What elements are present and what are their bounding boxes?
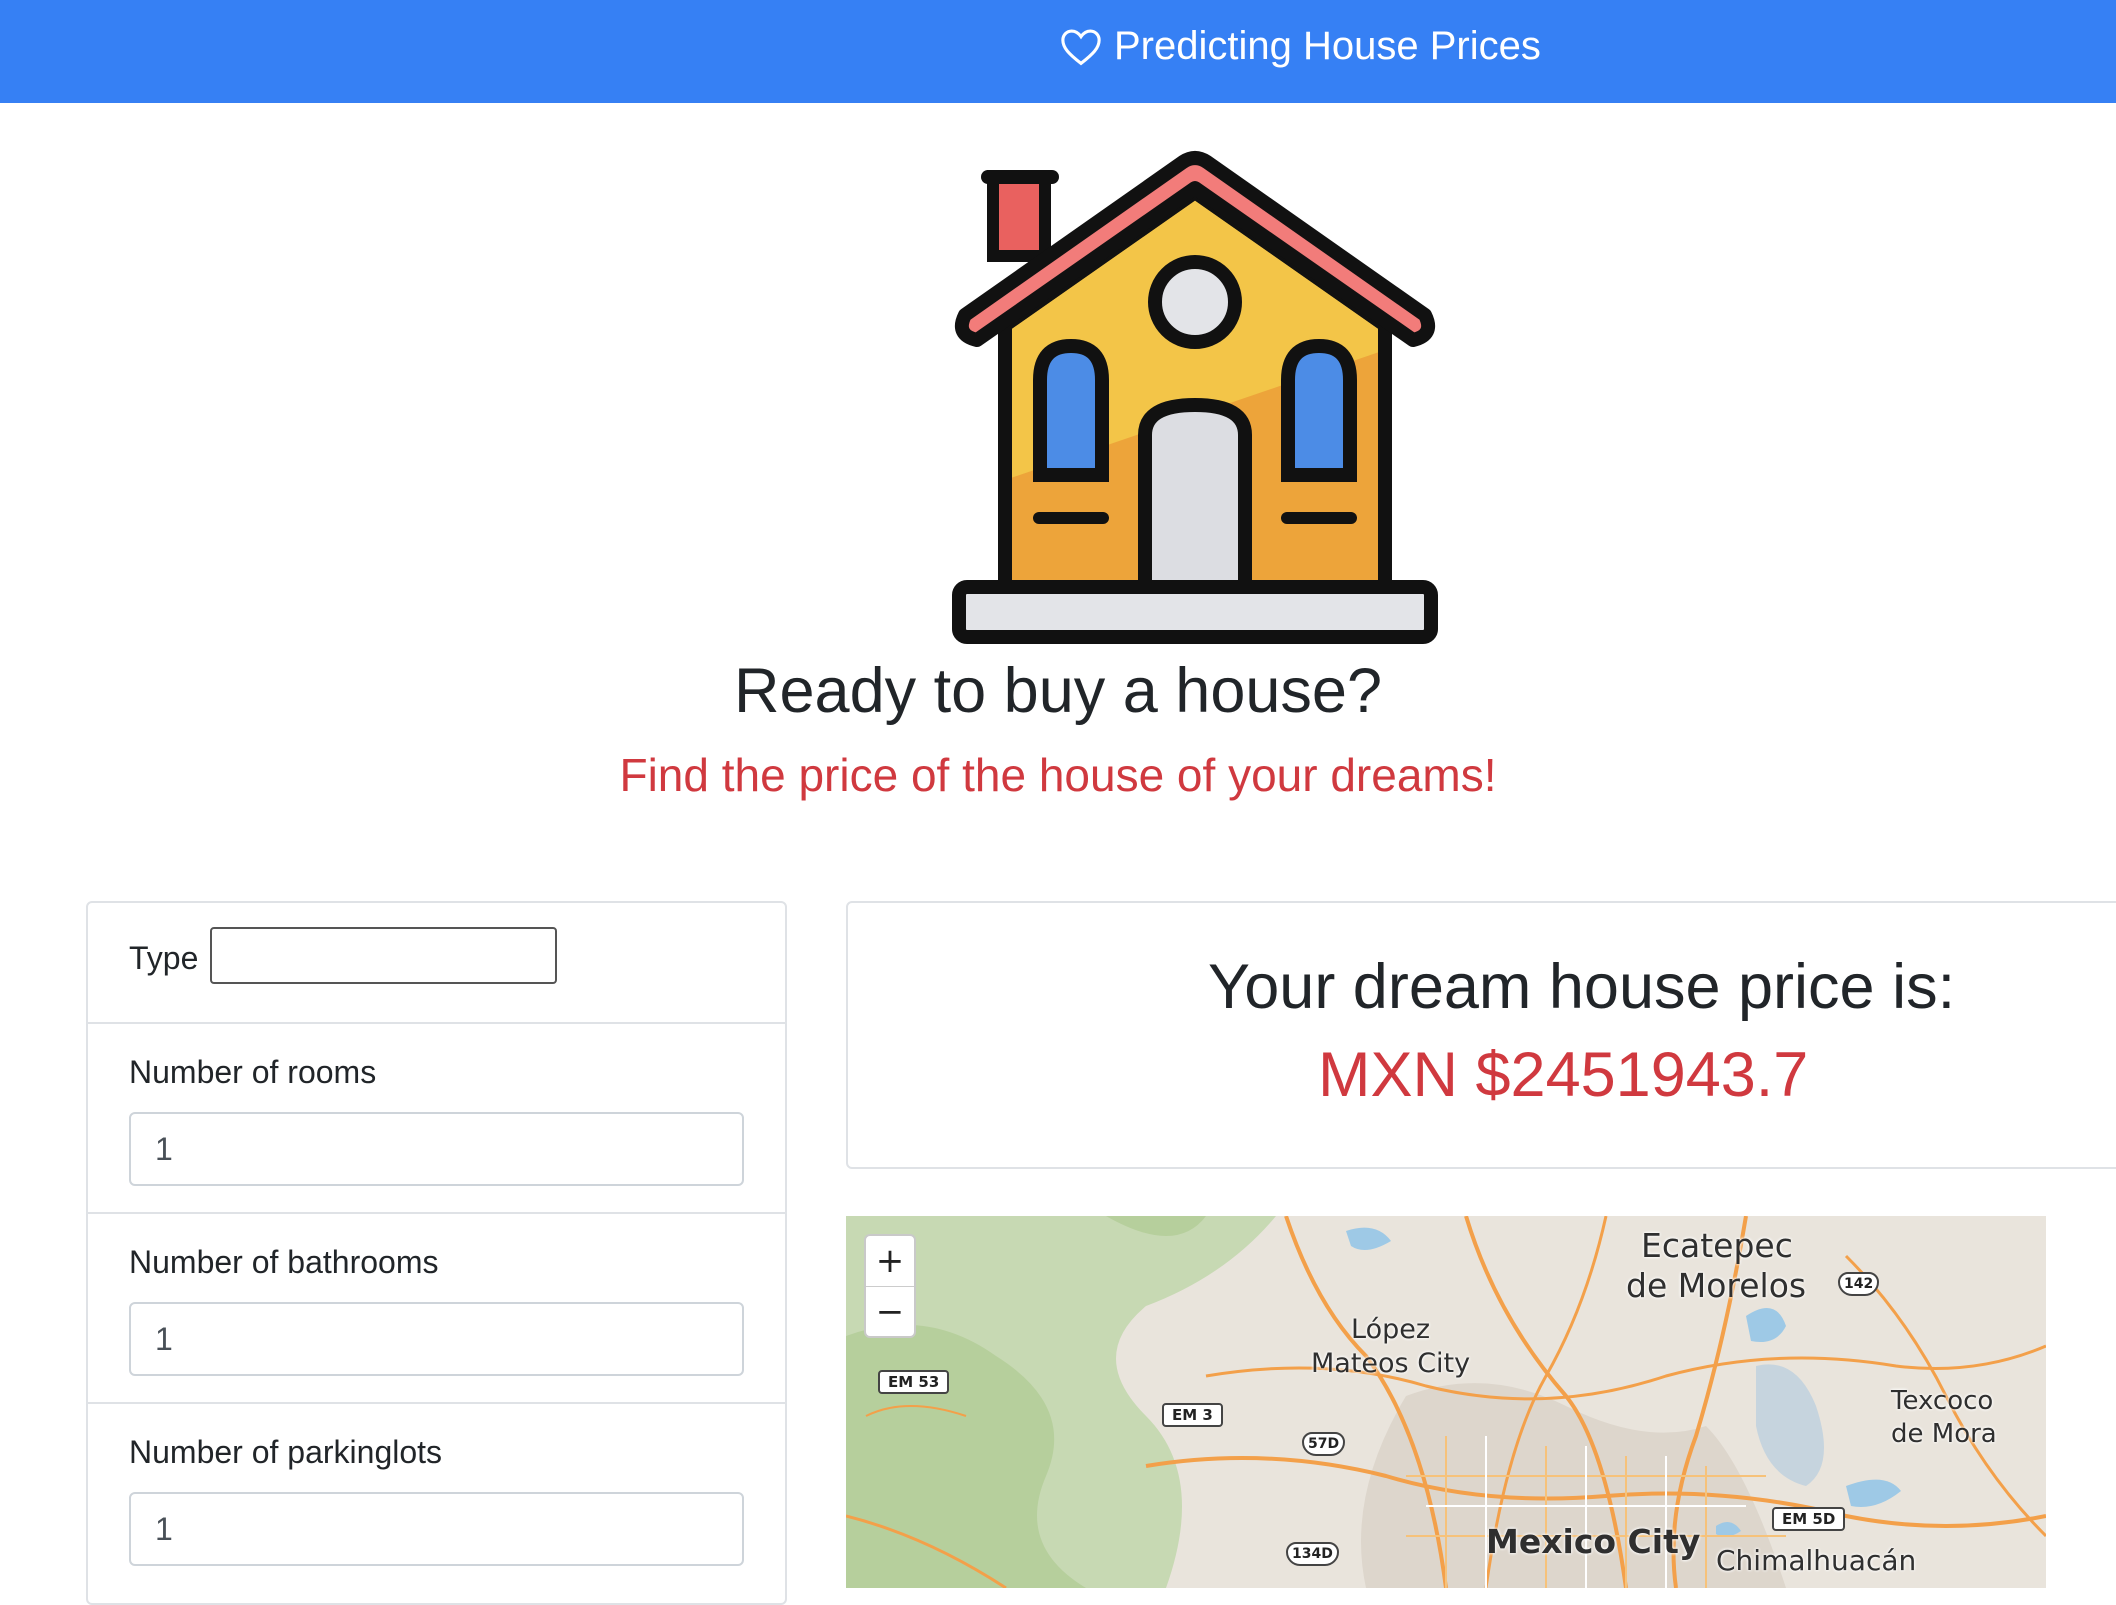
zoom-out-button[interactable]: − — [866, 1287, 914, 1337]
map-label-texcoco: Texcoco — [1891, 1386, 1994, 1416]
rooms-row: Number of rooms 1 — [88, 1024, 785, 1214]
map-label-ecatepec: Ecatepec — [1641, 1226, 1793, 1265]
map-label-lopez-2: Mateos City — [1311, 1348, 1471, 1379]
type-input[interactable] — [210, 927, 557, 984]
map-label-lopez: López — [1351, 1314, 1431, 1345]
bathrooms-row: Number of bathrooms 1 — [88, 1214, 785, 1404]
house-illustration — [952, 151, 1438, 644]
parkinglots-row: Number of parkinglots 1 — [88, 1404, 785, 1604]
zoom-in-button[interactable]: + — [866, 1236, 914, 1287]
hero-subtitle: Find the price of the house of your drea… — [619, 749, 1497, 801]
heart-icon — [1061, 29, 1101, 65]
road-shield-em53: EM 53 — [878, 1370, 950, 1394]
zoom-control: + − — [864, 1234, 916, 1338]
type-row: Type — [88, 903, 785, 1024]
rooms-label: Number of rooms — [129, 1054, 377, 1090]
map-label-ecatepec-2: de Morelos — [1626, 1266, 1807, 1305]
brand-title: Predicting House Prices — [1114, 24, 1541, 68]
type-label: Type — [129, 940, 199, 976]
highway-shield-134d: 134D — [1286, 1542, 1339, 1566]
highway-shield-57d: 57D — [1302, 1432, 1346, 1456]
result-price: MXN $2451943.7 — [1318, 1040, 1809, 1110]
result-card: Your dream house price is: MXN $2451943.… — [846, 901, 2116, 1169]
navbar: Predicting House Prices — [0, 0, 2116, 103]
bathrooms-input[interactable]: 1 — [129, 1302, 744, 1376]
rooms-input[interactable]: 1 — [129, 1112, 744, 1186]
parkinglots-input[interactable]: 1 — [129, 1492, 744, 1566]
prediction-form: Type Number of rooms 1 Number of bathroo… — [86, 901, 787, 1605]
road-shield-em5d: EM 5D — [1772, 1507, 1846, 1531]
highway-shield-142: 142 — [1838, 1272, 1880, 1296]
map-label-mexico-city: Mexico City — [1486, 1522, 1701, 1561]
map[interactable]: + − Ecatepec de Morelos López Mateos Cit… — [846, 1216, 2046, 1588]
bathrooms-label: Number of bathrooms — [129, 1244, 439, 1280]
result-title: Your dream house price is: — [1208, 952, 1956, 1022]
road-shield-em3: EM 3 — [1162, 1403, 1223, 1427]
map-label-texcoco-2: de Mora — [1891, 1419, 1997, 1449]
map-label-chimalhuacan: Chimalhuacán — [1716, 1544, 1917, 1577]
navbar-brand[interactable]: Predicting House Prices — [1060, 24, 1541, 69]
hero-title: Ready to buy a house? — [734, 656, 1382, 726]
parkinglots-label: Number of parkinglots — [129, 1434, 443, 1470]
